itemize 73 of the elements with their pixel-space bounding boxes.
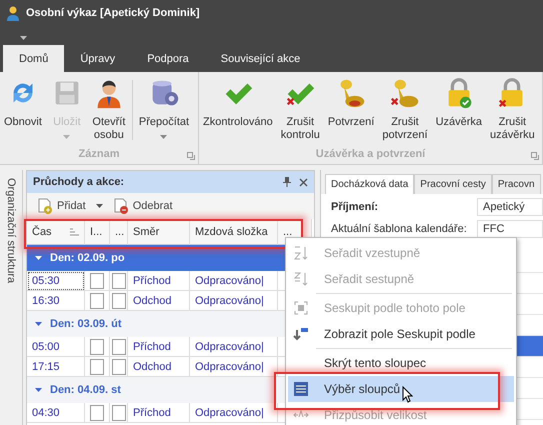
- table-cell[interactable]: Odpracováno|: [190, 403, 278, 423]
- column-header[interactable]: ...: [110, 219, 128, 245]
- toolbar-button[interactable]: Odebrat: [112, 198, 172, 214]
- checkbox[interactable]: [90, 338, 104, 354]
- column-header[interactable]: Čas: [27, 219, 85, 245]
- ribbon-tab[interactable]: Podpora: [131, 45, 205, 72]
- field-value: Apetický: [477, 198, 543, 216]
- group-label: Den: 03.09. út: [50, 318, 122, 330]
- group-icon: [293, 300, 309, 316]
- ribbon-button[interactable]: Otevřít osobu: [88, 76, 130, 142]
- ribbon-tab[interactable]: Domů: [3, 45, 64, 72]
- checkbox[interactable]: [112, 338, 126, 354]
- dialog-launcher-icon[interactable]: [531, 152, 539, 160]
- group-label: Uzávěrka a potvrzení: [316, 148, 426, 162]
- ribbon-button[interactable]: Zkontrolováno: [199, 76, 277, 129]
- close-icon[interactable]: [299, 178, 308, 186]
- checkbox[interactable]: [112, 404, 126, 420]
- group-label: Den: 02.09. po: [50, 252, 125, 264]
- caret-icon: [20, 36, 27, 40]
- ribbon-tab[interactable]: Úpravy: [64, 45, 132, 72]
- field-label: Příjmení:: [331, 201, 380, 213]
- sort-icon: [70, 228, 79, 236]
- caret-icon: [35, 256, 42, 260]
- ribbon-button[interactable]: Přepočítat: [134, 76, 194, 139]
- table-cell[interactable]: 05:00: [27, 337, 85, 357]
- table-cell[interactable]: Příchod: [128, 337, 190, 357]
- column-header[interactable]: Mzdová složka: [190, 219, 278, 245]
- checkbox[interactable]: [90, 358, 104, 374]
- table-cell[interactable]: Příchod: [128, 271, 190, 291]
- detail-tab[interactable]: Pracovní cesty: [414, 174, 492, 194]
- ribbon-button[interactable]: Zrušit uzávěrku: [486, 76, 539, 142]
- toolbar-button[interactable]: Přidat: [37, 198, 86, 214]
- group-label: Den: 04.09. st: [50, 384, 121, 396]
- column-header[interactable]: Směr: [128, 219, 190, 245]
- menu-item[interactable]: Výběr sloupců: [288, 376, 514, 402]
- field-label: Aktuální šablona kalendáře:: [331, 223, 468, 235]
- menu-item[interactable]: Skrýt tento sloupec: [288, 350, 514, 376]
- ribbon-button[interactable]: Potvrzení: [324, 76, 378, 129]
- caret-icon: [35, 322, 42, 326]
- table-cell[interactable]: 04:30: [27, 403, 85, 423]
- group-label: Záznam: [78, 148, 120, 162]
- dialog-launcher-icon[interactable]: [187, 152, 195, 160]
- column-list-icon: [293, 381, 309, 397]
- group-panel-icon: [293, 326, 309, 342]
- side-tab[interactable]: Organizační struktura: [5, 170, 17, 284]
- checkbox[interactable]: [112, 292, 126, 308]
- table-cell[interactable]: 05:30: [27, 271, 85, 291]
- sort-descending-icon: [293, 271, 309, 287]
- ribbon-button[interactable]: Zrušit potvrzení: [378, 76, 432, 142]
- worker-icon: [6, 5, 20, 21]
- table-cell[interactable]: Příchod: [128, 403, 190, 423]
- sort-ascending-icon: [293, 245, 309, 261]
- window-title: Osobní výkaz [Apetický Dominik]: [26, 7, 200, 19]
- column-header[interactable]: I...: [85, 219, 110, 245]
- caret-icon: [35, 388, 42, 392]
- ribbon-button[interactable]: Obnovit: [0, 76, 46, 129]
- pin-icon[interactable]: [283, 177, 291, 187]
- checkbox[interactable]: [112, 272, 126, 288]
- ribbon-button[interactable]: Uzávěrka: [432, 76, 486, 129]
- document-remove-icon: [112, 198, 129, 214]
- checkbox[interactable]: [90, 272, 104, 288]
- checkbox[interactable]: [90, 404, 104, 420]
- ribbon-button[interactable]: Zrušit kontrolu: [276, 76, 324, 142]
- mouse-cursor-icon: [402, 386, 414, 402]
- checkbox[interactable]: [112, 358, 126, 374]
- checkbox[interactable]: [90, 292, 104, 308]
- table-cell[interactable]: Odpracováno|: [190, 271, 278, 291]
- detail-tab[interactable]: Pracovn: [492, 174, 541, 194]
- panel-title: Průchody a akce:: [33, 176, 126, 188]
- document-add-icon: [37, 198, 53, 214]
- ribbon-tab[interactable]: Související akce: [204, 45, 316, 72]
- table-cell[interactable]: Odpracováno|: [190, 337, 278, 357]
- detail-tab[interactable]: Docházková data: [325, 174, 414, 194]
